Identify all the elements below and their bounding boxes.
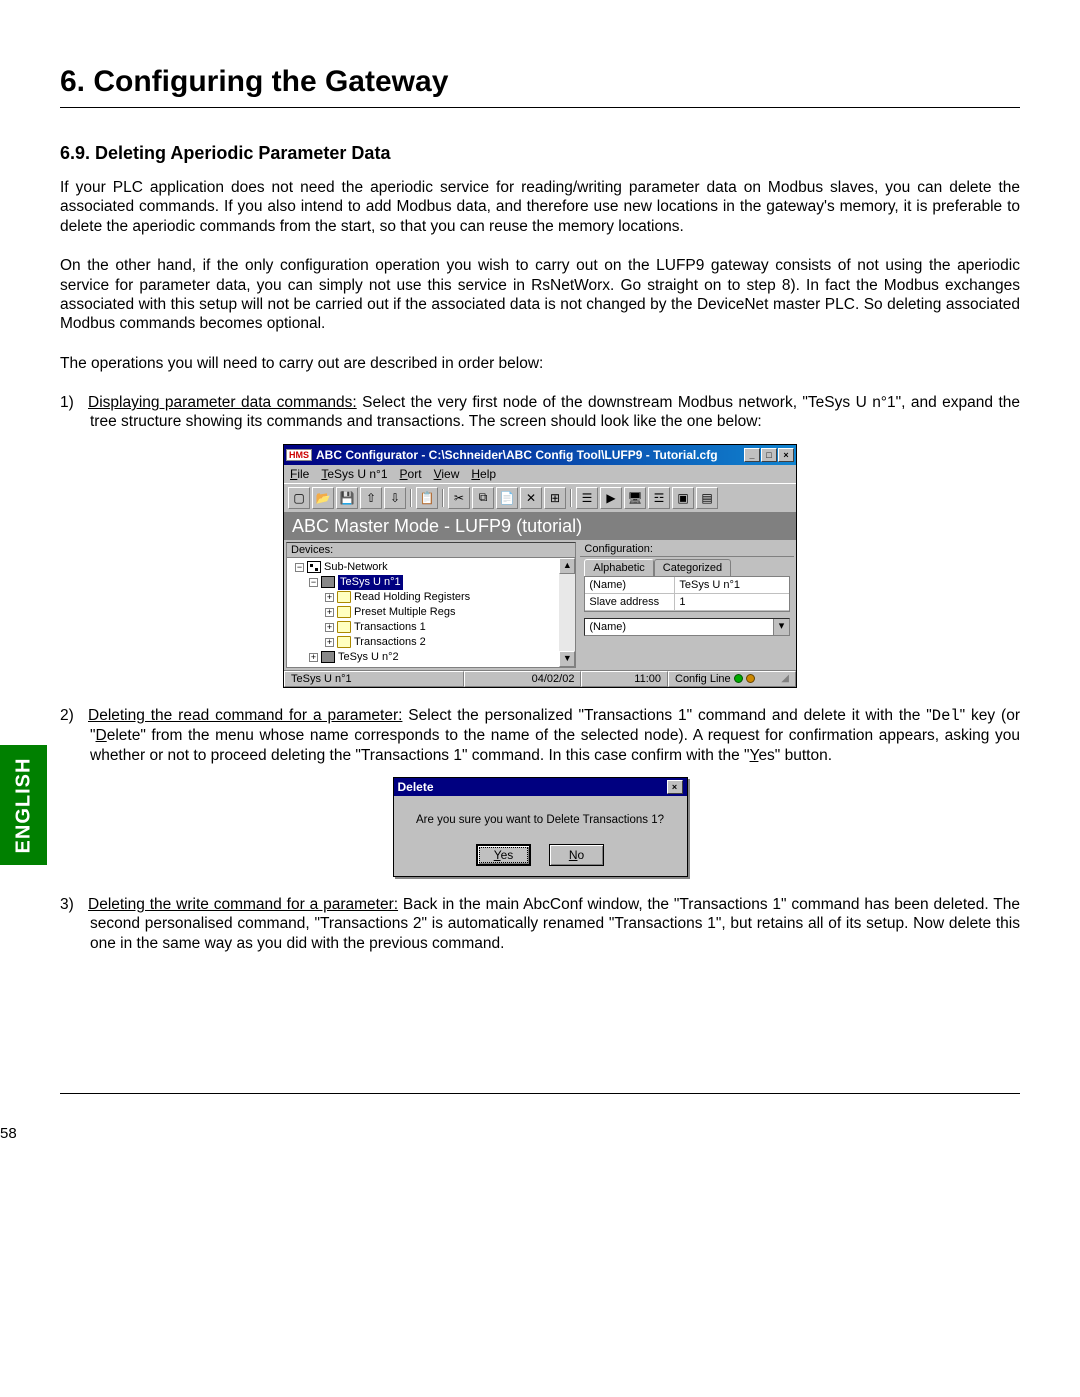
step-3: 3)Deleting the write command for a param…: [60, 895, 1020, 953]
led-amber-icon: [746, 674, 755, 683]
toolbar-insert-icon[interactable]: ⊞: [544, 487, 566, 509]
property-grid[interactable]: (Name)TeSys U n°1 Slave address1: [584, 576, 790, 612]
tree-scrollbar[interactable]: ▲ ▼: [559, 558, 575, 667]
menu-help[interactable]: Help: [471, 467, 496, 481]
dialog-message: Are you sure you want to Delete Transact…: [408, 814, 673, 826]
abc-statusbar: TeSys U n°1 04/02/02 11:00 Config Line◢: [284, 670, 796, 687]
no-button[interactable]: No: [549, 844, 604, 866]
property-selector[interactable]: (Name) ▾: [584, 618, 790, 636]
close-button[interactable]: ×: [778, 448, 794, 462]
section-title: 6.9. Deleting Aperiodic Parameter Data: [60, 143, 1020, 164]
prop-slave-val[interactable]: 1: [675, 594, 789, 610]
maximize-button[interactable]: □: [761, 448, 777, 462]
tree-read-holding[interactable]: +Read Holding Registers: [291, 590, 573, 605]
rule-top: [60, 107, 1020, 108]
prop-slave-key: Slave address: [585, 594, 675, 610]
resize-grip-icon[interactable]: ◢: [781, 673, 789, 684]
toolbar-props-icon[interactable]: ☰: [576, 487, 598, 509]
tab-categorized[interactable]: Categorized: [654, 559, 731, 576]
menu-node[interactable]: TeSys U n°1: [321, 467, 387, 481]
step-1: 1)Displaying parameter data commands: Se…: [60, 393, 1020, 432]
menu-file[interactable]: File: [290, 467, 309, 481]
toolbar-sep: [442, 489, 444, 507]
dropdown-icon[interactable]: ▾: [773, 619, 789, 635]
toolbar-delete-icon[interactable]: ✕: [520, 487, 542, 509]
folder-icon: [337, 606, 351, 618]
abc-window-title: ABC Configurator - C:\Schneider\ABC Conf…: [316, 448, 744, 462]
devices-tree[interactable]: −Sub-Network −TeSys U n°1 +Read Holding …: [287, 558, 575, 667]
yes-button[interactable]: Yes: [476, 844, 531, 866]
toolbar-monitor-icon[interactable]: 🖥: [624, 487, 646, 509]
abc-toolbar: ▢ 📂 💾 ⇧ ⇩ 📋 ✂ ⧉ 📄 ✕ ⊞ ☰ ▶ 🖥 ☲ ▣ ▤: [284, 483, 796, 513]
folder-icon: [337, 621, 351, 633]
page-number: 58: [0, 1125, 17, 1142]
dialog-close-button[interactable]: ×: [667, 780, 683, 794]
folder-icon: [337, 636, 351, 648]
led-green-icon: [734, 674, 743, 683]
step-1-label: Displaying parameter data commands:: [88, 394, 357, 411]
menu-view[interactable]: View: [434, 467, 460, 481]
step-2: 2)Deleting the read command for a parame…: [60, 706, 1020, 765]
toolbar-new-icon[interactable]: ▢: [288, 487, 310, 509]
config-label: Configuration:: [580, 542, 794, 557]
network-icon: [307, 561, 321, 573]
status-time: 11:00: [581, 671, 668, 687]
tree-tesys1[interactable]: −TeSys U n°1: [291, 575, 573, 590]
paragraph-1: If your PLC application does not need th…: [60, 178, 1020, 236]
device-icon: [321, 576, 335, 588]
hms-badge: HMS: [286, 449, 312, 461]
toolbar-upload-icon[interactable]: ⇧: [360, 487, 382, 509]
step-2-label: Deleting the read command for a paramete…: [88, 707, 402, 724]
toolbar-cut-icon[interactable]: ✂: [448, 487, 470, 509]
rule-bottom: [60, 1093, 1020, 1094]
minimize-button[interactable]: _: [744, 448, 760, 462]
toolbar-paste-icon[interactable]: 📋: [416, 487, 438, 509]
chapter-title: 6. Configuring the Gateway: [60, 65, 1020, 99]
abc-titlebar: HMS ABC Configurator - C:\Schneider\ABC …: [284, 445, 796, 465]
scroll-up-icon[interactable]: ▲: [559, 558, 575, 574]
toolbar-open-icon[interactable]: 📂: [312, 487, 334, 509]
status-node: TeSys U n°1: [284, 671, 464, 687]
paragraph-3: The operations you will need to carry ou…: [60, 354, 1020, 373]
abc-configurator-window: HMS ABC Configurator - C:\Schneider\ABC …: [283, 444, 797, 688]
dialog-titlebar: Delete ×: [394, 778, 687, 796]
step-3-label: Deleting the write command for a paramet…: [88, 896, 398, 913]
tree-tesys2[interactable]: +TeSys U n°2: [291, 650, 573, 665]
dialog-title: Delete: [398, 780, 667, 794]
toolbar-sep: [570, 489, 572, 507]
tree-subnetwork[interactable]: −Sub-Network: [291, 560, 573, 575]
toolbar-list-icon[interactable]: ☲: [648, 487, 670, 509]
toolbar-doc-icon[interactable]: ▤: [696, 487, 718, 509]
delete-confirm-dialog: Delete × Are you sure you want to Delete…: [393, 777, 688, 877]
toolbar-copy-icon[interactable]: ⧉: [472, 487, 494, 509]
folder-icon: [337, 591, 351, 603]
toolbar-play-icon[interactable]: ▶: [600, 487, 622, 509]
abc-menubar: File TeSys U n°1 Port View Help: [284, 465, 796, 483]
menu-port[interactable]: Port: [400, 467, 422, 481]
tab-alphabetic[interactable]: Alphabetic: [584, 559, 653, 576]
tree-preset-multiple[interactable]: +Preset Multiple Regs: [291, 605, 573, 620]
device-icon: [321, 651, 335, 663]
abc-mode-bar: ABC Master Mode - LUFP9 (tutorial): [284, 513, 796, 540]
toolbar-save-icon[interactable]: 💾: [336, 487, 358, 509]
tree-transactions-2[interactable]: +Transactions 2: [291, 635, 573, 650]
tree-transactions-1[interactable]: +Transactions 1: [291, 620, 573, 635]
toolbar-download-icon[interactable]: ⇩: [384, 487, 406, 509]
toolbar-screen-icon[interactable]: ▣: [672, 487, 694, 509]
status-config-line: Config Line◢: [668, 671, 796, 687]
prop-name-val[interactable]: TeSys U n°1: [675, 577, 789, 593]
toolbar-sep: [410, 489, 412, 507]
scroll-down-icon[interactable]: ▼: [559, 651, 575, 667]
prop-name-key: (Name): [585, 577, 675, 593]
status-date: 04/02/02: [464, 671, 582, 687]
toolbar-paste2-icon[interactable]: 📄: [496, 487, 518, 509]
paragraph-2: On the other hand, if the only configura…: [60, 256, 1020, 334]
devices-label: Devices:: [287, 543, 575, 558]
